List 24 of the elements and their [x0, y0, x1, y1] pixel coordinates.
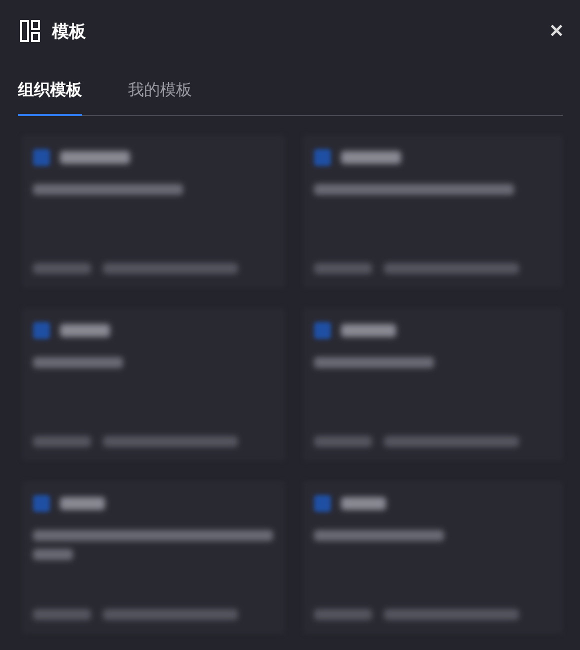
- blurred-text: [341, 324, 396, 337]
- tab[interactable]: 组织模板: [18, 80, 82, 116]
- dialog-title: 模板: [52, 20, 87, 42]
- blurred-text: [314, 609, 372, 620]
- template-icon: [33, 495, 50, 512]
- template-icon: [314, 149, 331, 166]
- blurred-text: [60, 151, 130, 164]
- blurred-text: [33, 609, 91, 620]
- blurred-text: [33, 263, 91, 274]
- template-icon: [314, 495, 331, 512]
- template-icon: [33, 322, 50, 339]
- template-icon: [20, 20, 40, 42]
- blurred-text: [314, 436, 372, 447]
- template-icon: [314, 322, 331, 339]
- blurred-text: [60, 497, 105, 510]
- close-button[interactable]: ✕: [547, 22, 566, 40]
- blurred-text: [60, 324, 110, 337]
- blurred-text: [314, 263, 372, 274]
- tab[interactable]: 我的模板: [128, 80, 192, 116]
- blurred-text: [33, 436, 91, 447]
- template-icon: [33, 149, 50, 166]
- blurred-text: [341, 151, 401, 164]
- blurred-text: [341, 497, 386, 510]
- blurred-text: [33, 549, 73, 560]
